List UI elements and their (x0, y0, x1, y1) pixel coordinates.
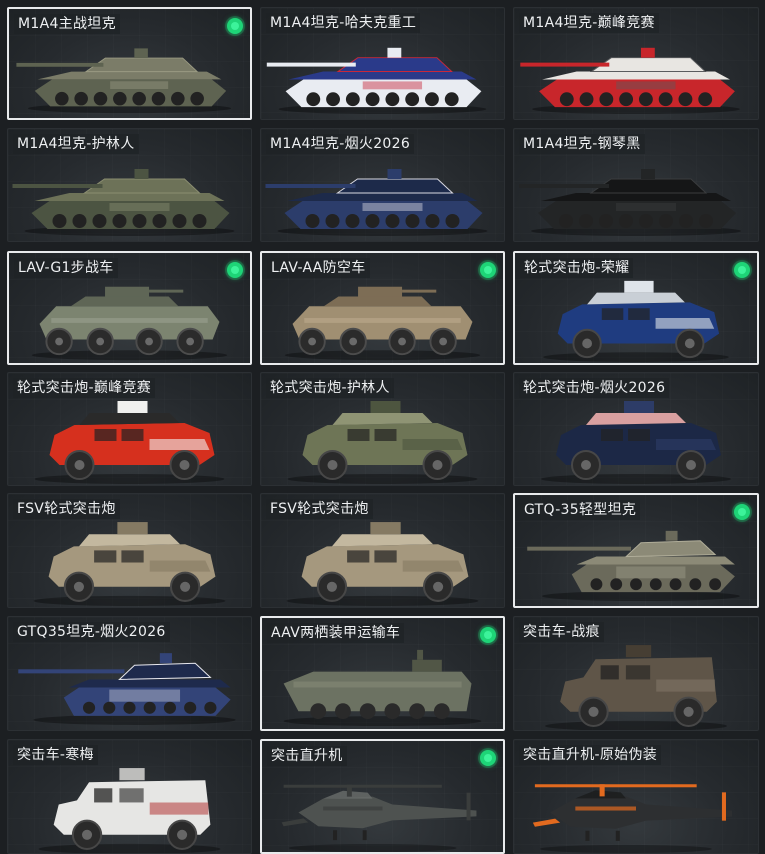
equipped-indicator-icon (734, 262, 750, 278)
vehicle-skin-name: GTQ-35轻型坦克 (520, 500, 641, 520)
vehicle-skin-name: LAV-AA防空车 (267, 258, 370, 278)
apc-icon (284, 286, 481, 361)
light-tank-icon (527, 530, 740, 602)
light-tank-icon (18, 653, 236, 725)
wheeled-vehicle-icon (541, 401, 731, 484)
vehicle-skin-card[interactable]: FSV轮式突击炮 (260, 493, 505, 608)
vehicle-skin-card[interactable]: FSV轮式突击炮 (7, 493, 252, 608)
vehicle-skin-name: 突击车-战痕 (519, 622, 604, 642)
vehicle-skin-name: M1A4坦克-钢琴黑 (519, 134, 645, 154)
vehicle-skin-name: M1A4坦克-烟火2026 (266, 134, 415, 154)
vehicle-skin-card[interactable]: 轮式突击炮-巅峰竞赛 (7, 372, 252, 486)
vehicle-skin-card[interactable]: 轮式突击炮-烟火2026 (513, 372, 759, 486)
vehicle-skin-card[interactable]: LAV-AA防空车 (260, 251, 505, 365)
wheeled-vehicle-icon (34, 401, 225, 484)
vehicle-skin-card[interactable]: M1A4坦克-烟火2026 (260, 128, 505, 242)
wheeled-vehicle-icon (286, 522, 479, 606)
vehicle-skin-card[interactable]: M1A4坦克-钢琴黑 (513, 128, 759, 242)
amphibious-vehicle-icon (283, 649, 482, 727)
vehicle-skin-name: 轮式突击炮-护林人 (266, 378, 394, 398)
vehicle-skin-name: M1A4坦克-巅峰竞赛 (519, 13, 659, 33)
tank-icon (12, 169, 235, 236)
vehicle-skin-name: FSV轮式突击炮 (266, 499, 373, 519)
equipped-indicator-icon (480, 262, 496, 278)
vehicle-skin-card[interactable]: M1A4坦克-哈夫克重工 (260, 7, 505, 120)
equipped-indicator-icon (480, 750, 496, 766)
assault-vehicle-icon (545, 645, 727, 730)
vehicle-skin-card[interactable]: GTQ-35轻型坦克 (513, 493, 759, 608)
vehicle-skin-name: 轮式突击炮-荣耀 (520, 258, 634, 278)
wheeled-vehicle-icon (543, 280, 729, 363)
vehicle-skin-card[interactable]: M1A4坦克-护林人 (7, 128, 252, 242)
tank-icon (266, 47, 487, 115)
tank-icon (265, 169, 488, 236)
vehicle-skin-card[interactable]: 突击直升机 (260, 739, 505, 854)
equipped-indicator-icon (227, 262, 243, 278)
vehicle-skin-name: 突击直升机 (267, 746, 347, 766)
vehicle-skin-name: AAV两栖装甲运输车 (267, 623, 405, 643)
vehicle-skin-name: 突击直升机-原始伪装 (519, 745, 662, 765)
equipped-indicator-icon (480, 627, 496, 643)
vehicle-skin-card[interactable]: M1A4主战坦克 (7, 7, 252, 120)
vehicle-skin-card[interactable]: 突击车-战痕 (513, 616, 759, 731)
vehicle-skin-card[interactable]: GTQ35坦克-烟火2026 (7, 616, 252, 731)
vehicle-skin-card[interactable]: 轮式突击炮-护林人 (260, 372, 505, 486)
vehicle-skin-card[interactable]: 突击直升机-原始伪装 (513, 739, 759, 854)
vehicle-skin-name: M1A4坦克-哈夫克重工 (266, 13, 421, 33)
apc-icon (31, 286, 228, 361)
vehicle-skin-name: 轮式突击炮-巅峰竞赛 (13, 378, 156, 398)
vehicle-skin-name: 轮式突击炮-烟火2026 (519, 378, 670, 398)
vehicle-skin-card[interactable]: M1A4坦克-巅峰竞赛 (513, 7, 759, 120)
vehicle-skin-name: LAV-G1步战车 (14, 258, 118, 278)
tank-icon (520, 47, 740, 115)
vehicle-skin-card[interactable]: 突击车-寒梅 (7, 739, 252, 854)
vehicle-skin-name: FSV轮式突击炮 (13, 499, 120, 519)
equipped-indicator-icon (734, 504, 750, 520)
vehicle-skin-card[interactable]: LAV-G1步战车 (7, 251, 252, 365)
vehicle-skin-card[interactable]: 轮式突击炮-荣耀 (513, 251, 759, 365)
vehicle-skin-card[interactable]: AAV两栖装甲运输车 (260, 616, 505, 731)
wheeled-vehicle-icon (33, 522, 226, 606)
vehicle-skin-name: M1A4主战坦克 (14, 14, 120, 34)
vehicle-skin-name: 突击车-寒梅 (13, 745, 98, 765)
equipped-indicator-icon (227, 18, 243, 34)
helicopter-icon (281, 784, 477, 852)
tank-icon (16, 48, 231, 114)
vehicle-skin-name: M1A4坦克-护林人 (13, 134, 139, 154)
helicopter-icon (532, 784, 733, 853)
assault-vehicle-icon (38, 768, 221, 853)
vehicle-skin-grid: M1A4主战坦克 M1A4坦克-哈夫克重工 M1A4坦克-巅峰竞赛 M1A4坦克… (0, 0, 765, 854)
wheeled-vehicle-icon (287, 401, 478, 484)
tank-icon (519, 169, 741, 236)
vehicle-skin-name: GTQ35坦克-烟火2026 (13, 622, 170, 642)
